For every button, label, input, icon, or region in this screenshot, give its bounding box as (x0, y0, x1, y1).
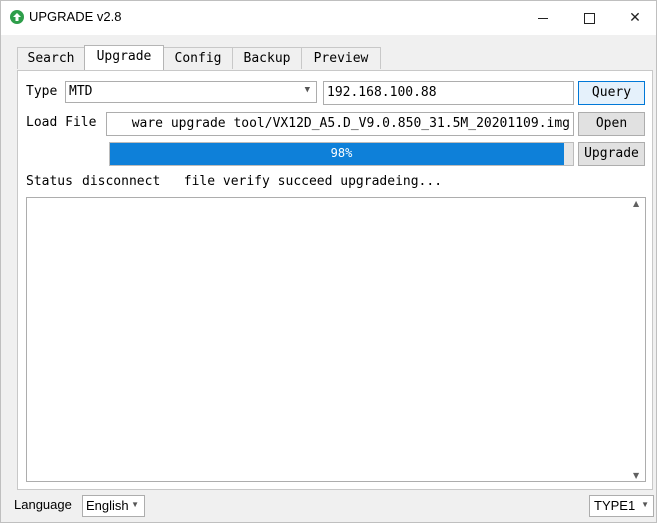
device-type-value: TYPE1 (594, 498, 636, 513)
status-text: disconnect file verify succeed upgradein… (82, 174, 443, 189)
tab-search[interactable]: Search (17, 47, 85, 69)
type-select[interactable]: MTD ▼ (65, 81, 317, 103)
language-label: Language (14, 497, 72, 512)
maximize-icon (584, 13, 595, 24)
upgrade-button[interactable]: Upgrade (578, 142, 645, 166)
open-button[interactable]: Open (578, 112, 645, 136)
ip-address-value: 192.168.100.88 (327, 85, 437, 100)
close-icon: ✕ (629, 10, 641, 26)
maximize-button[interactable] (566, 1, 612, 35)
type-label: Type (26, 84, 58, 99)
log-output-area[interactable]: ▲ ▼ (26, 197, 646, 482)
query-button[interactable]: Query (578, 81, 645, 105)
minimize-button[interactable] (520, 1, 566, 35)
file-path-value: ware upgrade tool/VX12D_A5.D_V9.0.850_31… (131, 116, 570, 131)
status-label: Status (26, 174, 73, 189)
scroll-down-arrow-icon[interactable]: ▼ (633, 471, 639, 480)
upgrade-arrow-icon (10, 10, 24, 24)
chevron-down-icon: ▼ (304, 85, 310, 95)
window-title: UPGRADE v2.8 (29, 9, 122, 24)
chevron-down-icon: ▼ (131, 500, 139, 509)
title-bar: UPGRADE v2.8 ✕ (1, 1, 656, 35)
device-type-select[interactable]: TYPE1 ▼ (589, 495, 654, 517)
file-path-input[interactable]: ware upgrade tool/VX12D_A5.D_V9.0.850_31… (106, 112, 574, 136)
upgrade-panel: Type MTD ▼ 192.168.100.88 Query Load Fil… (17, 70, 653, 490)
upgrade-progress-bar: 98% (109, 142, 574, 166)
minimize-icon (538, 18, 548, 19)
tab-config[interactable]: Config (163, 47, 233, 69)
ip-address-input[interactable]: 192.168.100.88 (323, 81, 574, 105)
chevron-down-icon: ▼ (641, 500, 649, 509)
tab-preview[interactable]: Preview (301, 47, 381, 69)
load-file-label: Load File (26, 115, 97, 130)
language-select-value: English (86, 498, 129, 513)
tab-upgrade[interactable]: Upgrade (84, 45, 164, 71)
tab-backup[interactable]: Backup (232, 47, 302, 69)
progress-percent-text: 98% (330, 146, 353, 160)
type-select-value: MTD (69, 84, 93, 99)
scroll-up-arrow-icon[interactable]: ▲ (633, 199, 639, 208)
vertical-scrollbar[interactable]: ▲ ▼ (630, 198, 645, 481)
language-select[interactable]: English ▼ (82, 495, 145, 517)
close-button[interactable]: ✕ (612, 1, 657, 35)
app-window: UPGRADE v2.8 ✕ Search Config Backup Prev… (0, 0, 657, 523)
